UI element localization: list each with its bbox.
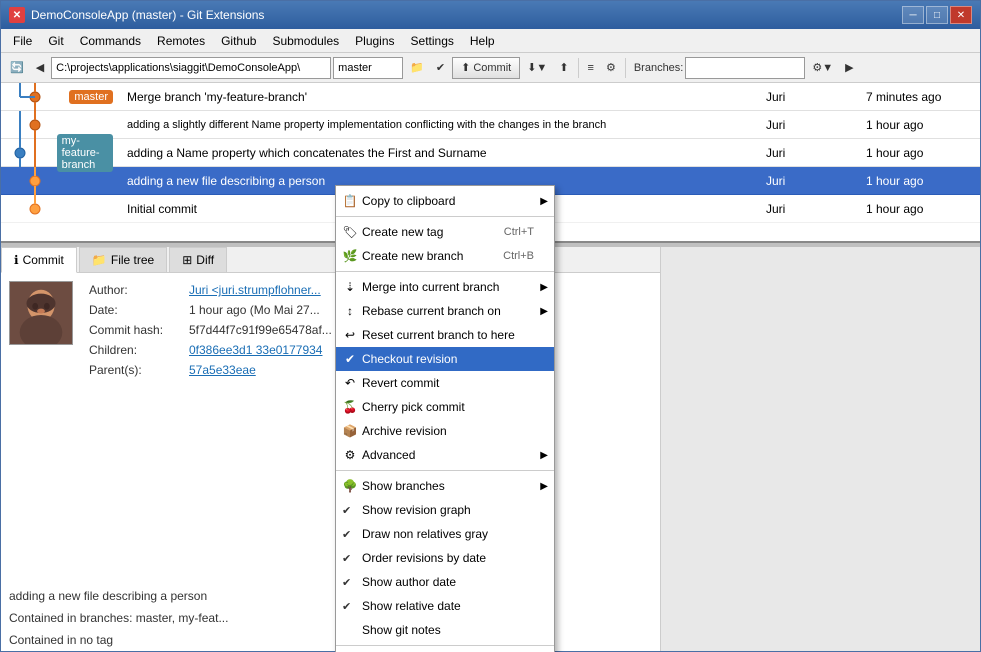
ctx-archive-label: Archive revision	[362, 424, 447, 438]
author-date-check: ✔	[342, 576, 351, 589]
ctx-order-by-date[interactable]: ✔ Order revisions by date	[336, 546, 554, 570]
ctx-show-branches[interactable]: 🌳 Show branches ▶	[336, 474, 554, 498]
branch-shortcut: Ctrl+B	[503, 250, 534, 262]
ctx-archive[interactable]: 📦 Archive revision	[336, 419, 554, 443]
ctx-create-branch-label: Create new branch	[362, 249, 463, 263]
ctx-create-tag-label: Create new tag	[362, 225, 443, 239]
ctx-show-branches-label: Show branches	[362, 479, 445, 493]
ctx-revision-graph-label: Show revision graph	[362, 503, 471, 517]
ctx-reset[interactable]: ↩ Reset current branch to here	[336, 323, 554, 347]
merge-icon: ⇣	[342, 279, 358, 295]
ctx-relative-date-label: Show relative date	[362, 599, 461, 613]
ctx-revert[interactable]: ↶ Revert commit	[336, 371, 554, 395]
advanced-icon: ⚙	[342, 447, 358, 463]
ctx-sep1	[336, 216, 554, 217]
ctx-sep2	[336, 271, 554, 272]
ctx-sep3	[336, 470, 554, 471]
ctx-checkout-label: Checkout revision	[362, 352, 457, 366]
rebase-arrow: ▶	[540, 306, 548, 317]
branch-icon: 🌿	[342, 248, 358, 264]
ctx-order-date-label: Order revisions by date	[362, 551, 486, 565]
ctx-author-date[interactable]: ✔ Show author date	[336, 570, 554, 594]
branches-icon: 🌳	[342, 478, 358, 494]
ctx-revision-graph[interactable]: ✔ Show revision graph	[336, 498, 554, 522]
copy-arrow: ▶	[540, 196, 548, 207]
ctx-create-tag[interactable]: 🏷 Create new tag Ctrl+T	[336, 220, 554, 244]
ctx-merge[interactable]: ⇣ Merge into current branch ▶	[336, 275, 554, 299]
copy-icon: 📋	[342, 193, 358, 209]
ctx-rebase[interactable]: ↕ Rebase current branch on ▶	[336, 299, 554, 323]
archive-icon: 📦	[342, 423, 358, 439]
checkout-icon: ✔	[342, 351, 358, 367]
ctx-advanced-label: Advanced	[362, 448, 415, 462]
tag-shortcut: Ctrl+T	[504, 226, 534, 238]
merge-arrow: ▶	[540, 282, 548, 293]
rebase-icon: ↕	[342, 303, 358, 319]
revert-icon: ↶	[342, 375, 358, 391]
ctx-copy-clipboard[interactable]: 📋 Copy to clipboard ▶	[336, 189, 554, 213]
reset-icon: ↩	[342, 327, 358, 343]
ctx-author-date-label: Show author date	[362, 575, 456, 589]
show-branches-arrow: ▶	[540, 481, 548, 492]
ctx-rebase-label: Rebase current branch on	[362, 304, 501, 318]
ctx-revert-label: Revert commit	[362, 376, 439, 390]
advanced-arrow: ▶	[540, 450, 548, 461]
draw-gray-check: ✔	[342, 528, 351, 541]
ctx-draw-gray-label: Draw non relatives gray	[362, 527, 488, 541]
ctx-merge-label: Merge into current branch	[362, 280, 499, 294]
ctx-cherry-pick[interactable]: 🍒 Cherry pick commit	[336, 395, 554, 419]
ctx-checkout[interactable]: ✔ Checkout revision	[336, 347, 554, 371]
tag-icon: 🏷	[342, 224, 358, 240]
cherry-icon: 🍒	[342, 399, 358, 415]
ctx-copy-label: Copy to clipboard	[362, 194, 455, 208]
ctx-git-notes-label: Show git notes	[362, 623, 441, 637]
ctx-create-branch[interactable]: 🌿 Create new branch Ctrl+B	[336, 244, 554, 268]
order-date-check: ✔	[342, 552, 351, 565]
ctx-draw-gray[interactable]: ✔ Draw non relatives gray	[336, 522, 554, 546]
ctx-git-notes[interactable]: Show git notes	[336, 618, 554, 642]
context-menu-overlay[interactable]: 📋 Copy to clipboard ▶ 🏷 Create new tag C…	[0, 0, 981, 652]
ctx-sep4	[336, 645, 554, 646]
context-menu: 📋 Copy to clipboard ▶ 🏷 Create new tag C…	[335, 185, 555, 652]
revision-graph-check: ✔	[342, 504, 351, 517]
ctx-cherry-label: Cherry pick commit	[362, 400, 465, 414]
relative-date-check: ✔	[342, 600, 351, 613]
ctx-reset-label: Reset current branch to here	[362, 328, 515, 342]
ctx-advanced[interactable]: ⚙ Advanced ▶	[336, 443, 554, 467]
ctx-relative-date[interactable]: ✔ Show relative date	[336, 594, 554, 618]
